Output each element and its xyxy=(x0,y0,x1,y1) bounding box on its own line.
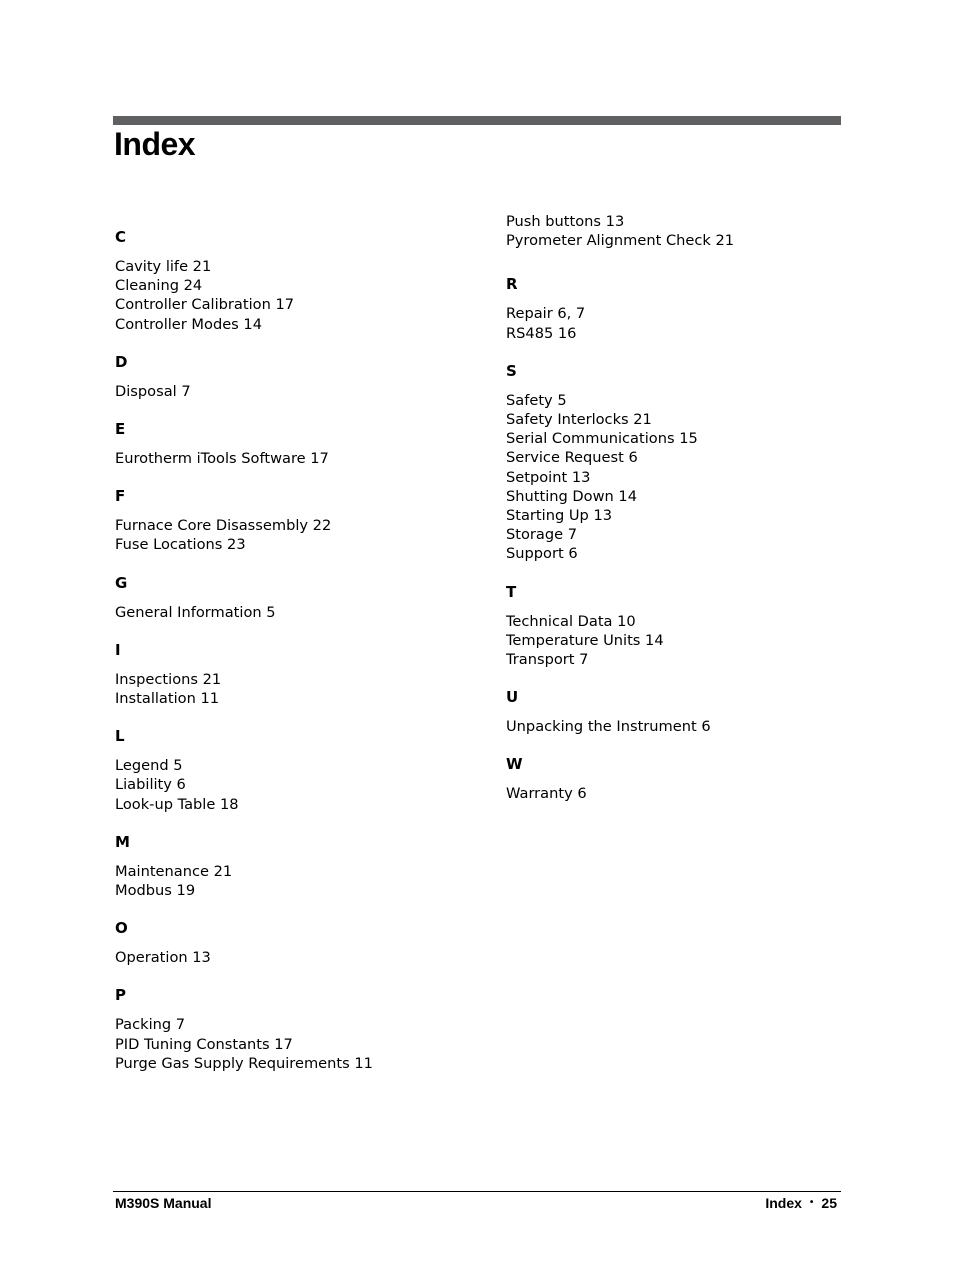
section-letter: M xyxy=(115,832,130,851)
index-column-right: Push buttons 13 Pyrometer Alignment Check… xyxy=(506,212,866,822)
section-letter: O xyxy=(115,919,128,938)
continued-entries: Push buttons 13 Pyrometer Alignment Check… xyxy=(506,212,866,250)
index-entry: Repair 6, 7 xyxy=(506,305,586,323)
footer-rule xyxy=(113,1191,841,1192)
index-entry: Disposal 7 xyxy=(115,382,191,400)
index-section-g: G General Information 5 xyxy=(115,573,475,622)
index-entry: Storage 7 xyxy=(506,526,578,544)
section-letter: T xyxy=(506,582,517,601)
section-letter: E xyxy=(115,420,126,439)
footer-page-info: Index • 25 xyxy=(765,1194,837,1212)
index-entry: Purge Gas Supply Requirements 11 xyxy=(115,1054,373,1072)
index-entry: Legend 5 xyxy=(115,757,183,775)
index-entry: Eurotherm iTools Software 17 xyxy=(115,450,329,468)
index-section-c: C Cavity life 21 Cleaning 24 Controller Cal… xyxy=(115,227,475,334)
index-entry: Temperature Units 14 xyxy=(506,631,664,649)
index-entry: Look-up Table 18 xyxy=(115,795,239,813)
section-letter: G xyxy=(115,573,128,592)
footer-section: Index xyxy=(765,1195,802,1211)
index-entry: General Information 5 xyxy=(115,603,276,621)
index-entry: Serial Communications 15 xyxy=(506,430,698,448)
index-entry: Installation 11 xyxy=(115,690,220,708)
index-section-t: T Technical Data 10 Temperature Units 14 Tr… xyxy=(506,582,866,670)
index-column-left: C Cavity life 21 Cleaning 24 Controller Cal… xyxy=(115,227,475,1091)
index-section-l: L Legend 5 Liability 6 Look-up Table 18 xyxy=(115,726,475,814)
header-rule xyxy=(113,116,841,125)
index-section-p: P Packing 7 PID Tuning Constants 17 Purge G… xyxy=(115,985,475,1073)
index-entry: Unpacking the Instrument 6 xyxy=(506,718,711,736)
index-section-s: S Safety 5 Safety Interlocks 21 Serial Comm… xyxy=(506,361,866,564)
index-entry: Technical Data 10 xyxy=(506,612,636,630)
section-letter: F xyxy=(115,487,126,506)
index-section-f: F Furnace Core Disassembly 22 Fuse Locatio… xyxy=(115,486,475,554)
index-entry: Safety Interlocks 21 xyxy=(506,411,652,429)
section-letter: U xyxy=(506,688,519,707)
index-entry: Pyrometer Alignment Check 21 xyxy=(506,232,735,250)
index-entry: Controller Calibration 17 xyxy=(115,296,295,314)
index-section-o: O Operation 13 xyxy=(115,918,475,967)
index-entry: Setpoint 13 xyxy=(506,468,591,486)
index-entry: Warranty 6 xyxy=(506,785,587,803)
index-section-u: U Unpacking the Instrument 6 xyxy=(506,687,866,736)
index-entry: Packing 7 xyxy=(115,1016,186,1034)
section-letter: D xyxy=(115,352,128,371)
index-entry: Furnace Core Disassembly 22 xyxy=(115,517,332,535)
index-entry: Liability 6 xyxy=(115,776,186,794)
index-entry: Controller Modes 14 xyxy=(115,315,262,333)
section-letter: C xyxy=(115,228,127,246)
index-entry: Starting Up 13 xyxy=(506,507,613,525)
right-sections: R Repair 6, 7 RS485 16 S Safety 5 Safety Inte… xyxy=(506,274,866,803)
index-section-e: E Eurotherm iTools Software 17 xyxy=(115,419,475,468)
index-section-m: M Maintenance 21 Modbus 19 xyxy=(115,832,475,900)
section-letter: S xyxy=(506,361,517,380)
index-section-d: D Disposal 7 xyxy=(115,352,475,401)
index-entry: Support 6 xyxy=(506,545,578,563)
index-entry: Safety 5 xyxy=(506,391,567,409)
index-entry: Inspections 21 xyxy=(115,670,222,688)
section-letter: P xyxy=(115,986,126,1005)
section-letter: W xyxy=(506,755,523,774)
index-section-r: R Repair 6, 7 RS485 16 xyxy=(506,274,866,342)
index-entry: RS485 16 xyxy=(506,324,577,342)
index-section-i: I Inspections 21 Installation 11 xyxy=(115,640,475,708)
index-entry: Maintenance 21 xyxy=(115,862,233,880)
section-letter: R xyxy=(506,275,518,294)
index-entry: Cleaning 24 xyxy=(115,277,203,295)
index-entry: Service Request 6 xyxy=(506,449,638,467)
index-section-w: W Warranty 6 xyxy=(506,754,866,803)
index-entry: Cavity life 21 xyxy=(115,258,212,275)
index-entry: PID Tuning Constants 17 xyxy=(115,1035,293,1053)
footer-page-number: 25 xyxy=(821,1195,837,1211)
page-title: Index xyxy=(114,126,196,162)
index-entry: Push buttons 13 xyxy=(506,213,625,230)
index-entry: Transport 7 xyxy=(506,651,589,669)
section-letter: L xyxy=(115,727,125,746)
footer-bullet: • xyxy=(809,1197,814,1208)
index-entry: Fuse Locations 23 xyxy=(115,536,246,554)
footer-manual-name: M390S Manual xyxy=(115,1195,212,1211)
index-entry: Modbus 19 xyxy=(115,882,196,900)
section-letter: I xyxy=(115,640,121,659)
index-entry: Shutting Down 14 xyxy=(506,487,637,505)
index-entry: Operation 13 xyxy=(115,949,211,967)
